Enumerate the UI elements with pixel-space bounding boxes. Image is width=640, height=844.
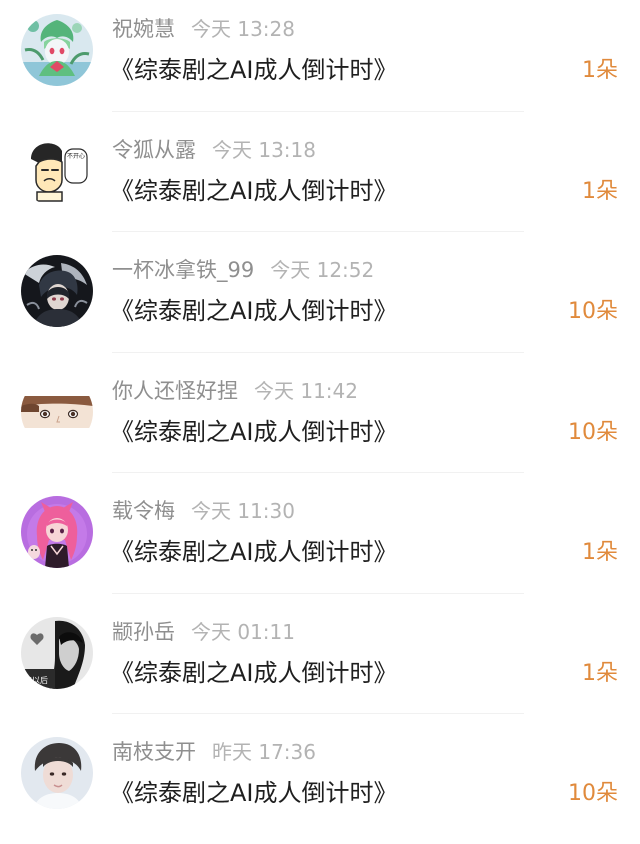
dark-anime-dragon-avatar[interactable] <box>21 255 93 327</box>
sender-name[interactable]: 颛孙岳 <box>112 620 175 644</box>
row-divider <box>112 351 524 353</box>
sender-name[interactable]: 载令梅 <box>112 499 175 523</box>
cartoon-sticker-avatar[interactable]: 不开心 <box>21 134 93 207</box>
row-divider <box>112 713 524 714</box>
book-title[interactable]: 《综泰剧之AI成人倒计时》 <box>110 293 398 329</box>
sender-name[interactable]: 你人还怪好捏 <box>112 379 238 403</box>
flower-count: 10朵 <box>568 781 618 806</box>
send-time: 今天 12:52 <box>270 258 375 282</box>
list-item[interactable]: 年以后 颛孙岳 今天 01:11 《综泰剧之AI成人倒计时》 1朵 <box>0 603 640 724</box>
flower-count: 1朵 <box>582 540 618 565</box>
send-time: 今天 13:18 <box>212 137 316 162</box>
flower-count: 1朵 <box>582 660 618 686</box>
sender-meta: 祝婉慧 今天 13:28 <box>112 14 295 44</box>
flower-count: 1朵 <box>582 178 618 204</box>
sender-meta: 颛孙岳 今天 01:11 <box>112 617 295 647</box>
list-item[interactable]: 一杯冰拿铁_99 今天 12:52 《综泰剧之AI成人倒计时》 10朵 <box>0 241 640 362</box>
avatar-caption: 年以后 <box>24 675 48 685</box>
pink-hair-girl-avatar[interactable] <box>21 496 93 568</box>
sender-name[interactable]: 祝婉慧 <box>112 17 175 41</box>
sender-name[interactable]: 一杯冰拿铁_99 <box>112 258 254 282</box>
sender-meta: 载令梅 今天 11:30 <box>112 496 295 526</box>
sender-meta: 一杯冰拿铁_99 今天 12:52 <box>112 255 374 285</box>
send-time: 昨天 17:36 <box>212 740 316 764</box>
flower-count: 10朵 <box>568 299 618 324</box>
list-item[interactable]: 祝婉慧 今天 13:28 《综泰剧之AI成人倒计时》 1朵 <box>0 0 640 121</box>
book-title[interactable]: 《综泰剧之AI成人倒计时》 <box>110 52 398 88</box>
book-title[interactable]: 《综泰剧之AI成人倒计时》 <box>110 173 398 209</box>
row-divider <box>112 592 524 594</box>
sender-meta: 南枝支开 昨天 17:36 <box>112 737 316 767</box>
book-title[interactable]: 《综泰剧之AI成人倒计时》 <box>110 414 398 450</box>
send-time: 今天 13:28 <box>191 17 295 41</box>
avatar-caption: 不开心 <box>67 153 85 160</box>
book-title[interactable]: 《综泰剧之AI成人倒计时》 <box>110 775 398 811</box>
sender-meta: 令狐从露 今天 13:18 <box>112 135 316 165</box>
book-title[interactable]: 《综泰剧之AI成人倒计时》 <box>110 534 398 570</box>
list-item[interactable]: 南枝支开 昨天 17:36 《综泰剧之AI成人倒计时》 10朵 <box>0 723 640 844</box>
book-title[interactable]: 《综泰剧之AI成人倒计时》 <box>110 655 398 691</box>
row-divider <box>112 231 524 232</box>
gift-record-list: 祝婉慧 今天 13:28 《综泰剧之AI成人倒计时》 1朵 不开心 令狐从露 今天 … <box>0 0 640 824</box>
list-item[interactable]: 载令梅 今天 11:30 《综泰剧之AI成人倒计时》 1朵 <box>0 482 640 603</box>
send-time: 今天 11:30 <box>191 499 295 523</box>
row-divider <box>112 472 524 473</box>
flower-count: 10朵 <box>568 419 618 445</box>
sender-name[interactable]: 令狐从露 <box>112 138 196 162</box>
send-time: 今天 11:42 <box>254 378 358 403</box>
gardevoir-anime-avatar[interactable] <box>21 14 93 86</box>
sender-name[interactable]: 南枝支开 <box>112 740 196 764</box>
anime-boy-avatar[interactable] <box>21 375 93 448</box>
list-item[interactable]: 你人还怪好捏 今天 11:42 《综泰剧之AI成人倒计时》 10朵 <box>0 362 640 483</box>
list-item[interactable]: 不开心 令狐从露 今天 13:18 《综泰剧之AI成人倒计时》 1朵 <box>0 121 640 242</box>
portrait-photo-avatar[interactable] <box>21 737 93 809</box>
monochrome-photo-avatar[interactable]: 年以后 <box>21 616 93 689</box>
sender-meta: 你人还怪好捏 今天 11:42 <box>112 376 358 406</box>
send-time: 今天 01:11 <box>191 619 295 644</box>
flower-count: 1朵 <box>582 58 618 83</box>
row-divider <box>112 110 524 112</box>
